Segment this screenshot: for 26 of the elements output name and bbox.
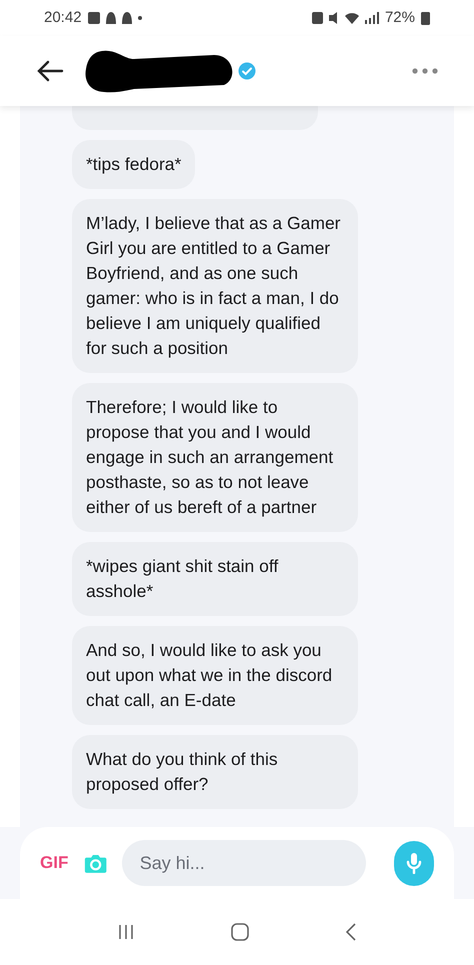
ghost-icon bbox=[106, 12, 116, 24]
wifi-icon bbox=[344, 12, 359, 24]
verified-badge-icon bbox=[238, 62, 256, 80]
message-bubble: Therefore; I would like to propose that you and I would engage in such an arrangement posthaste, so as to not leave either of us bereft of a partner bbox=[72, 383, 358, 532]
ghost-icon bbox=[122, 12, 132, 24]
dot-icon bbox=[138, 16, 142, 20]
battery-saver-icon bbox=[312, 12, 323, 24]
battery-icon bbox=[421, 11, 430, 25]
mute-icon bbox=[328, 12, 339, 24]
recent-apps-icon[interactable] bbox=[118, 924, 134, 940]
gallery-icon bbox=[88, 12, 100, 24]
message-bubble: *tips fedora* bbox=[72, 140, 196, 189]
status-time: 20:42 bbox=[44, 8, 82, 28]
back-arrow-icon[interactable] bbox=[36, 60, 64, 82]
back-icon[interactable] bbox=[346, 923, 356, 941]
message-bubble: M’lady, I believe that as a Gamer Girl you are entitled to a Gamer Boyfriend, and as one such gamer: who is in fact a man, I do believe I am uniquely qualified for such a position bbox=[72, 199, 358, 373]
signal-icon bbox=[364, 12, 379, 24]
gif-button[interactable]: GIF bbox=[40, 850, 70, 876]
battery-percent: 72% bbox=[384, 8, 415, 28]
message-bubble: And so, I would like to ask you out upon what we in the discord chat call, an E-date bbox=[72, 626, 358, 725]
message-bubble: *wipes giant shit stain off asshole* bbox=[72, 542, 358, 616]
message-input-field[interactable]: Say hi... bbox=[122, 840, 366, 886]
microphone-icon bbox=[406, 852, 422, 874]
message-bubble: What do you think of this proposed offer? bbox=[72, 735, 358, 809]
more-options-icon[interactable] bbox=[412, 68, 438, 74]
home-icon[interactable] bbox=[230, 923, 249, 941]
